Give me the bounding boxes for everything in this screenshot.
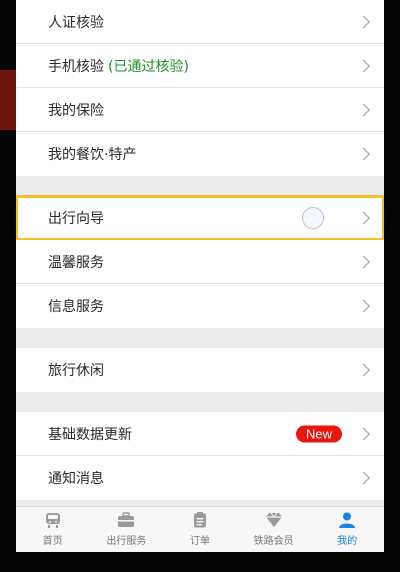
menu-item-travel-leisure[interactable]: 旅行休闲 <box>16 348 384 392</box>
clipboard-icon <box>193 512 206 528</box>
diamond-icon <box>265 512 282 527</box>
menu-item-label: 我的保险 <box>48 102 104 119</box>
new-badge: New <box>295 425 342 442</box>
bottom-tab-bar: 首页 出行服务 订单 铁路会员 我的 <box>16 506 384 552</box>
phone-frame: 人证核验 手机核验 (已通过核验) 我的保险 我的餐饮·特产 出行向导 温馨服务… <box>0 0 400 572</box>
menu-item-label: 旅行休闲 <box>48 363 104 379</box>
tab-label: 我的 <box>337 536 358 547</box>
chevron-right-icon <box>357 147 370 161</box>
tab-railway-member[interactable]: 铁路会员 <box>237 507 311 552</box>
chevron-right-icon <box>357 15 370 28</box>
tab-label: 订单 <box>189 536 210 547</box>
tab-label: 首页 <box>42 536 63 547</box>
tab-label: 铁路会员 <box>253 536 294 547</box>
menu-group-leisure: 旅行休闲 <box>16 348 384 392</box>
menu-item-phone-verification[interactable]: 手机核验 (已通过核验) <box>16 44 384 88</box>
chevron-right-icon <box>357 211 370 224</box>
chevron-right-icon <box>357 255 370 268</box>
menu-item-data-update[interactable]: 基础数据更新 New <box>16 412 384 456</box>
train-icon <box>45 513 60 528</box>
menu-item-label: 出行向导 <box>48 210 104 227</box>
menu-group-system: 基础数据更新 New 通知消息 <box>16 412 384 500</box>
chevron-right-icon <box>357 471 370 485</box>
menu-item-id-verification[interactable]: 人证核验 <box>16 0 384 44</box>
menu-item-notifications[interactable]: 通知消息 <box>16 456 384 500</box>
menu-group-account: 人证核验 手机核验 (已通过核验) 我的保险 我的餐饮·特产 <box>16 0 384 176</box>
menu-item-label: 人证核验 <box>48 14 104 31</box>
chevron-right-icon <box>357 59 370 72</box>
chevron-right-icon <box>357 427 370 440</box>
menu-item-food-specialty[interactable]: 我的餐饮·特产 <box>16 132 384 176</box>
tab-orders[interactable]: 订单 <box>163 507 237 552</box>
section-gap <box>16 176 384 196</box>
briefcase-icon <box>118 512 135 527</box>
menu-item-insurance[interactable]: 我的保险 <box>16 88 384 132</box>
menu-item-label: 通知消息 <box>48 471 104 487</box>
menu-item-label: 基础数据更新 <box>48 426 132 443</box>
screen: 人证核验 手机核验 (已通过核验) 我的保险 我的餐饮·特产 出行向导 温馨服务… <box>16 0 384 552</box>
tab-mine[interactable]: 我的 <box>310 507 384 552</box>
menu-group-services: 出行向导 温馨服务 信息服务 <box>16 195 384 328</box>
chevron-right-icon <box>357 299 370 313</box>
menu-item-warm-service[interactable]: 温馨服务 <box>16 240 384 284</box>
person-icon <box>339 512 356 528</box>
section-gap <box>16 328 384 348</box>
tab-home[interactable]: 首页 <box>16 507 90 552</box>
menu-item-label: 手机核验 <box>48 58 104 75</box>
touch-indicator-icon <box>302 206 324 229</box>
menu-item-label: 温馨服务 <box>48 254 104 271</box>
menu-item-travel-guide[interactable]: 出行向导 <box>16 195 384 241</box>
menu-item-label: 我的餐饮·特产 <box>48 147 137 163</box>
tab-travel-service[interactable]: 出行服务 <box>90 507 164 552</box>
chevron-right-icon <box>357 363 370 377</box>
menu-item-info-service[interactable]: 信息服务 <box>16 284 384 328</box>
verified-status-note: (已通过核验) <box>108 58 189 75</box>
tab-label: 出行服务 <box>106 536 147 547</box>
chevron-right-icon <box>357 103 370 116</box>
side-accent <box>0 70 16 130</box>
menu-item-label: 信息服务 <box>48 299 104 315</box>
section-gap <box>16 392 384 412</box>
